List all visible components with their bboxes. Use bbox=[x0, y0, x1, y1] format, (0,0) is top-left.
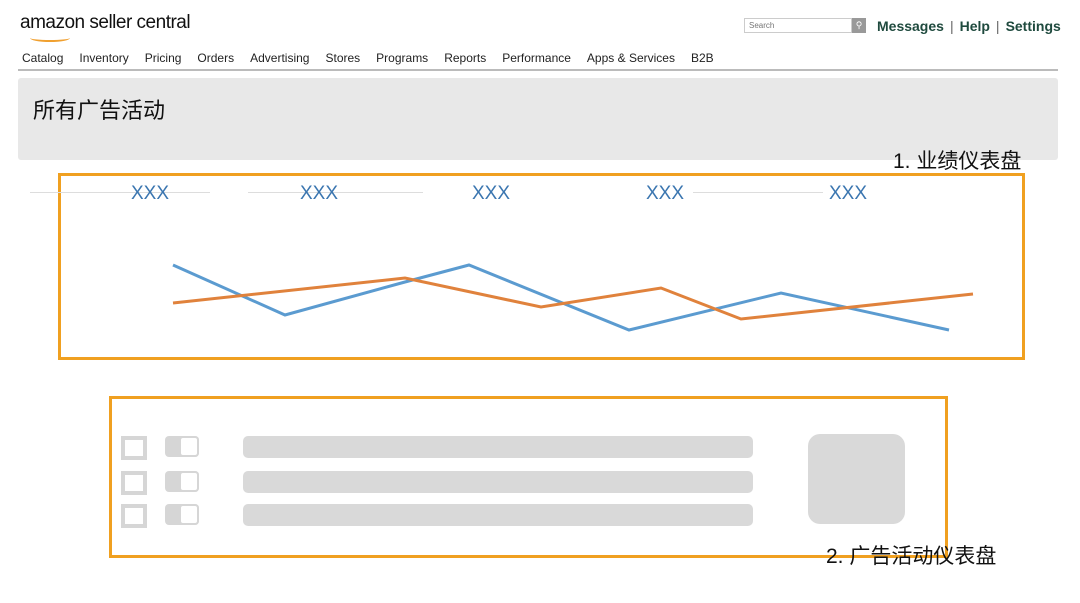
series-line-1 bbox=[172, 263, 950, 332]
row-placeholder-bar bbox=[243, 436, 753, 458]
row-checkbox[interactable] bbox=[121, 471, 147, 495]
row-toggle[interactable] bbox=[165, 471, 199, 492]
row-placeholder-bar bbox=[243, 504, 753, 526]
row-toggle[interactable] bbox=[165, 436, 199, 457]
row-checkbox[interactable] bbox=[121, 504, 147, 528]
section2-label: 2. 广告活动仪表盘 bbox=[826, 545, 997, 568]
row-toggle[interactable] bbox=[165, 504, 199, 525]
placeholder-image bbox=[808, 434, 905, 524]
row-placeholder-bar bbox=[243, 471, 753, 493]
row-checkbox[interactable] bbox=[121, 436, 147, 460]
